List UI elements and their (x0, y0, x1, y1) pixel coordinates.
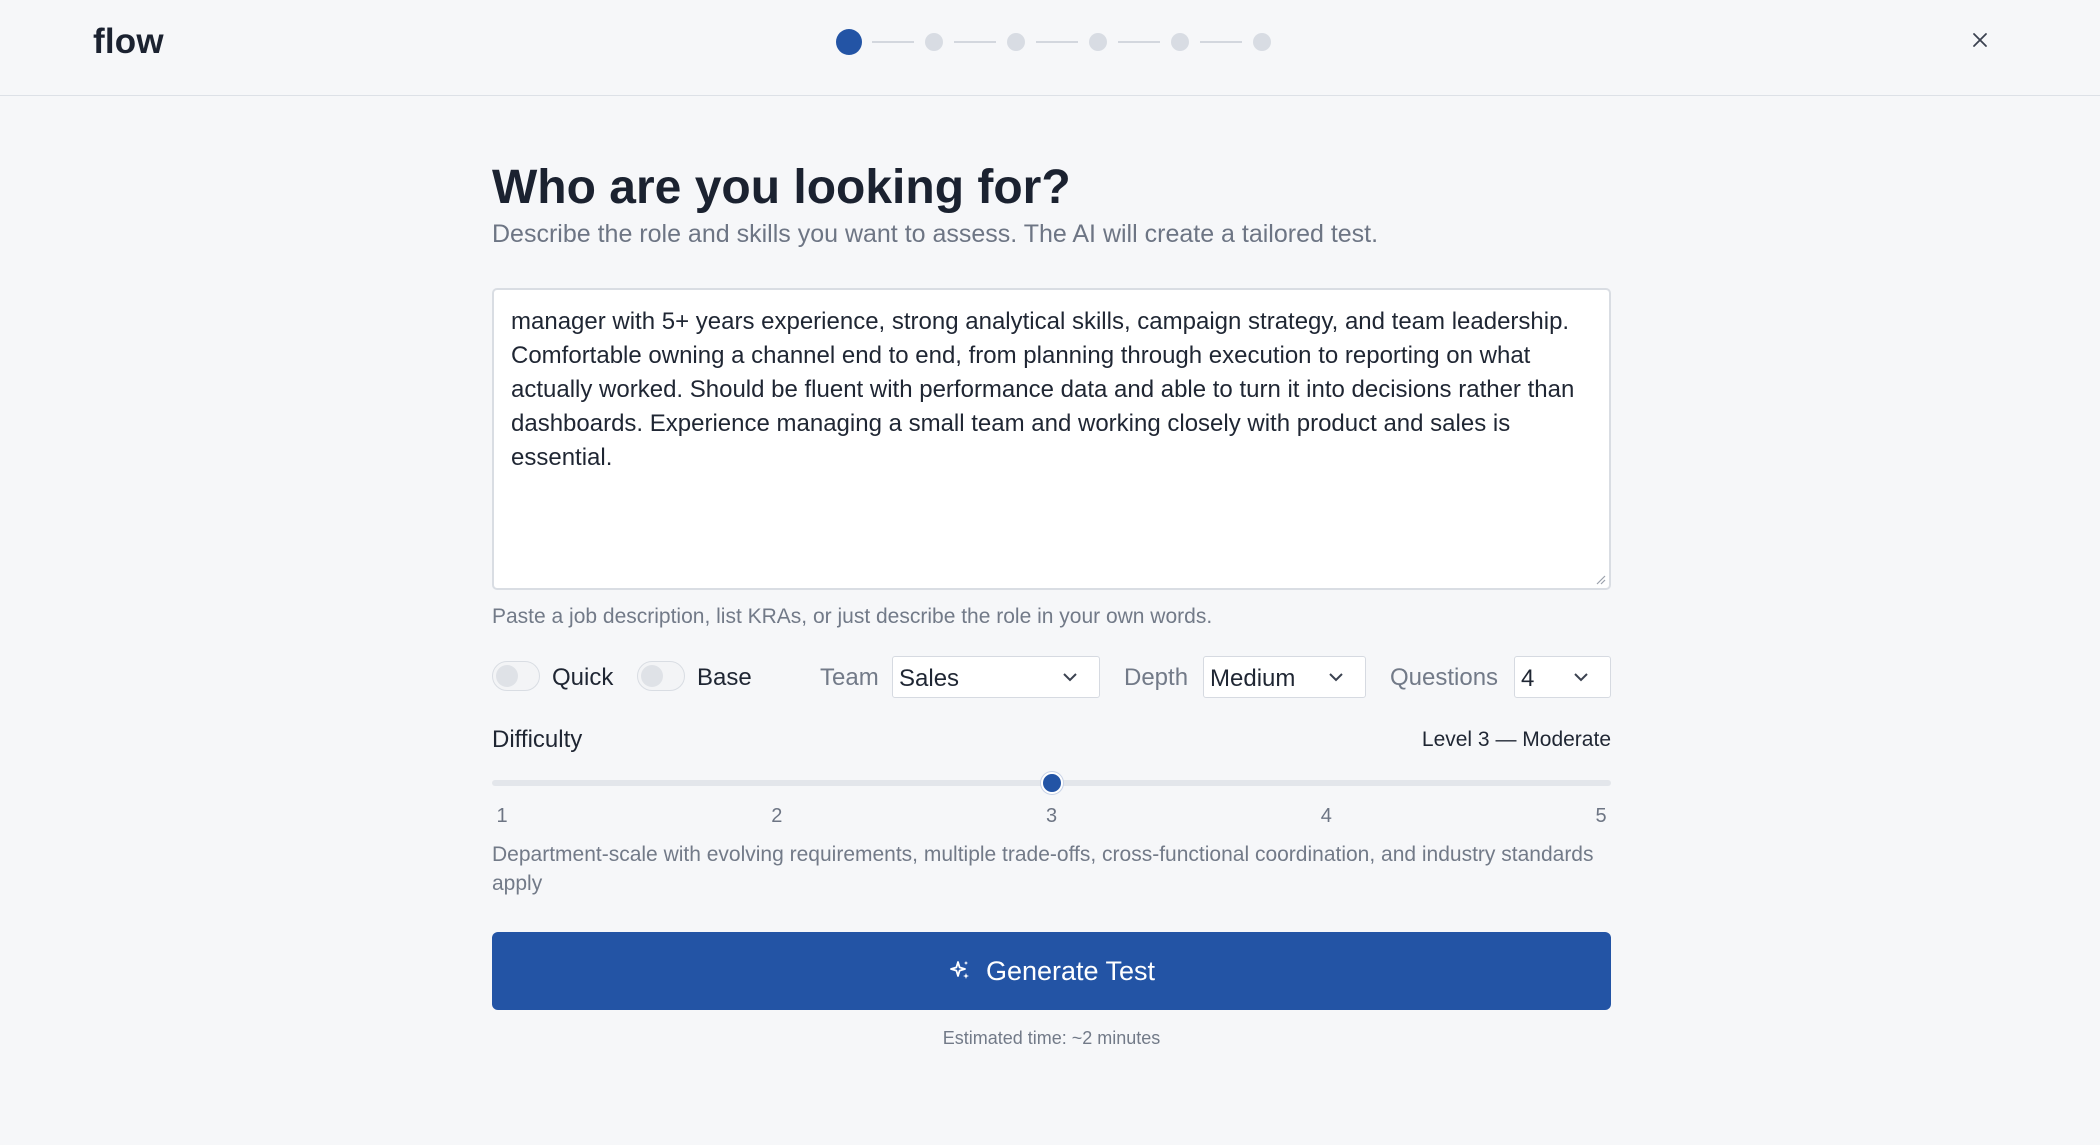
questions-select[interactable]: 4 (1514, 656, 1611, 698)
depth-label: Depth (1124, 664, 1189, 691)
difficulty-ticks: 1 2 3 4 5 (492, 805, 1611, 829)
generate-test-label: Generate Test (985, 955, 1156, 986)
questions-label: Questions (1390, 664, 1499, 691)
input-hint: Paste a job description, list KRAs, or j… (492, 605, 1213, 628)
progress-stepper (836, 29, 1271, 55)
step-connector (872, 41, 914, 43)
step-4-dot (1089, 33, 1107, 51)
slider-thumb[interactable] (1040, 772, 1063, 794)
sparkle-icon (950, 961, 969, 979)
step-1-dot (836, 29, 862, 55)
toggle-knob (641, 665, 663, 687)
tick-label: 2 (771, 805, 783, 827)
estimated-time: Estimated time: ~2 minutes (942, 1028, 1161, 1048)
step-6-dot (1253, 33, 1271, 51)
base-toggle[interactable] (637, 661, 685, 691)
tick-label: 5 (1595, 805, 1607, 827)
role-description-input[interactable]: manager with 5+ years experience, strong… (511, 305, 1596, 575)
toggle-knob (496, 665, 518, 687)
quick-label: Quick (552, 664, 614, 691)
step-connector (1200, 41, 1242, 43)
page-title: Who are you looking for? (492, 161, 1071, 214)
questions-select-value: 4 (1521, 665, 1535, 692)
difficulty-label: Difficulty (492, 726, 583, 753)
logo: flow (93, 22, 164, 61)
difficulty-level-text: Level 3 — Moderate (1421, 728, 1611, 751)
step-connector (954, 41, 996, 43)
depth-select-value: Medium (1210, 665, 1296, 692)
tick-label: 1 (496, 805, 508, 827)
chevron-down-icon (1329, 673, 1343, 682)
step-5-dot (1171, 33, 1189, 51)
tick-label: 3 (1045, 805, 1058, 827)
step-2-dot (925, 33, 943, 51)
options-row: Quick Base Team Sales Depth Medium Quest… (492, 656, 1611, 698)
difficulty-slider[interactable] (492, 770, 1611, 796)
step-connector (1118, 41, 1160, 43)
difficulty-header: Difficulty Level 3 — Moderate (492, 726, 1611, 756)
chevron-down-icon (1063, 673, 1077, 682)
step-3-dot (1007, 33, 1025, 51)
team-label: Team (820, 664, 879, 691)
close-button[interactable] (1966, 26, 1994, 54)
close-icon (1973, 33, 1987, 47)
top-bar: flow (0, 0, 2100, 96)
role-description-box: manager with 5+ years experience, strong… (492, 288, 1611, 590)
team-select-value: Sales (899, 665, 960, 692)
depth-select[interactable]: Medium (1203, 656, 1366, 698)
resize-grip-icon[interactable] (1594, 573, 1606, 585)
team-select[interactable]: Sales (892, 656, 1100, 698)
tick-label: 4 (1320, 805, 1332, 827)
step-connector (1036, 41, 1078, 43)
page-subtitle: Describe the role and skills you want to… (492, 220, 1379, 248)
difficulty-description: Department-scale with evolving requireme… (492, 843, 1594, 895)
generate-test-button[interactable]: Generate Test (492, 932, 1611, 1010)
quick-toggle[interactable] (492, 661, 540, 691)
chevron-down-icon (1574, 673, 1588, 682)
base-label: Base (697, 664, 752, 691)
